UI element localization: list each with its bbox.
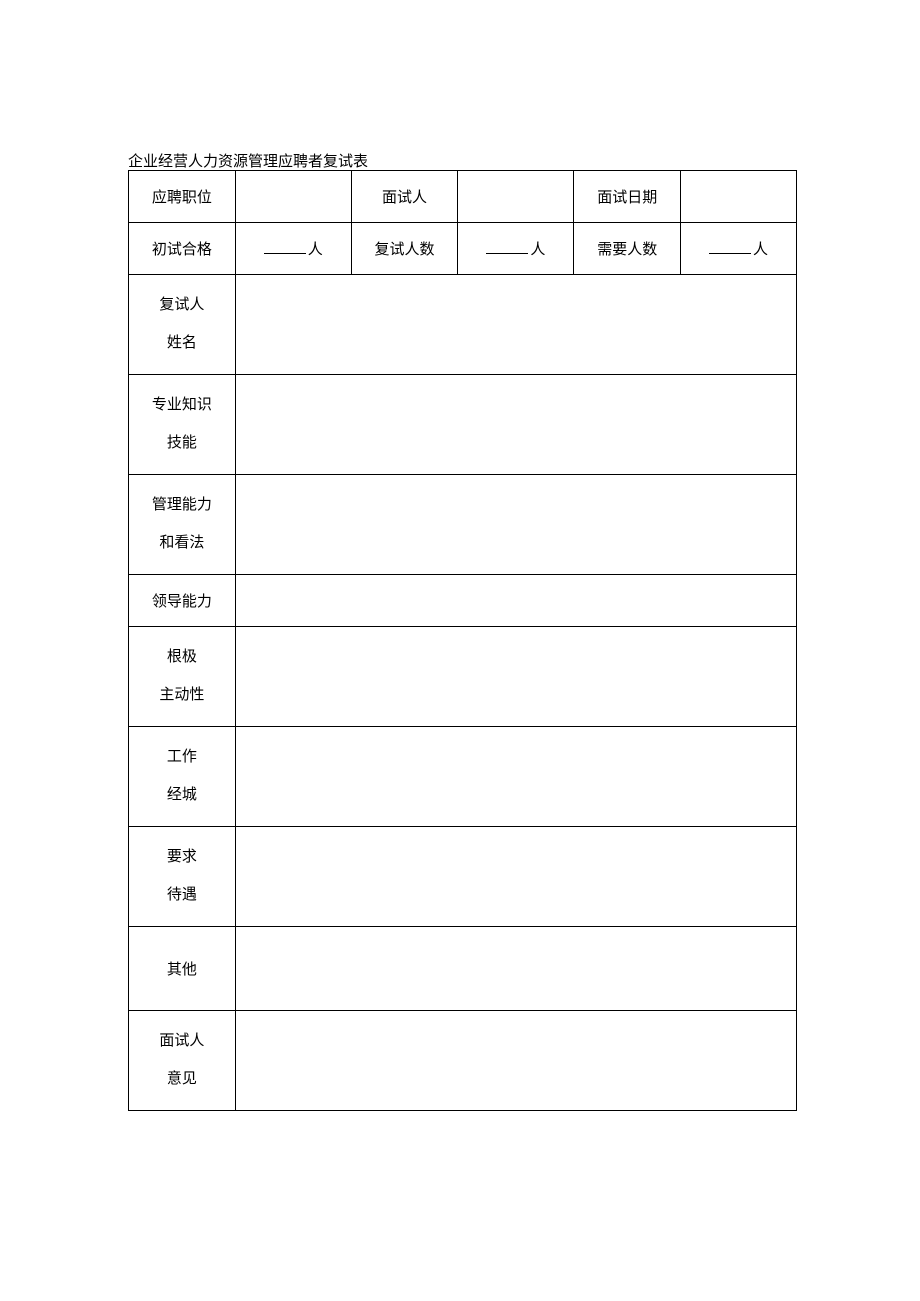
unit-label: 人 [753, 242, 768, 258]
management-ability-label: 管理能力 和看法 [129, 475, 236, 575]
leadership-value[interactable] [235, 575, 796, 627]
first-pass-label: 初试合格 [129, 223, 236, 275]
label-line2: 和看法 [159, 535, 204, 551]
retest-form-table: 应聘职位 面试人 面试日期 初试合格 人 复试人数 人 需要人数 人 复试人 姓… [128, 170, 797, 1111]
candidate-name-label: 复试人 姓名 [129, 275, 236, 375]
unit-label: 人 [530, 242, 545, 258]
retest-count-value[interactable]: 人 [458, 223, 574, 275]
label-line1: 管理能力 [152, 497, 212, 513]
work-experience-row: 工作 经城 [129, 727, 797, 827]
requirements-value[interactable] [235, 827, 796, 927]
position-value[interactable] [235, 171, 351, 223]
other-row: 其他 [129, 927, 797, 1011]
label-line1: 根极 [167, 649, 197, 665]
blank-line [486, 240, 528, 254]
interviewer-opinion-value[interactable] [235, 1011, 796, 1111]
label-line2: 经城 [167, 787, 197, 803]
label-line2: 姓名 [167, 335, 197, 351]
management-ability-value[interactable] [235, 475, 796, 575]
date-value[interactable] [681, 171, 797, 223]
label-line1: 工作 [167, 749, 197, 765]
label-line2: 技能 [167, 435, 197, 451]
position-label: 应聘职位 [129, 171, 236, 223]
work-experience-value[interactable] [235, 727, 796, 827]
leadership-label: 领导能力 [129, 575, 236, 627]
interviewer-label: 面试人 [351, 171, 458, 223]
first-pass-value[interactable]: 人 [235, 223, 351, 275]
needed-count-label: 需要人数 [574, 223, 681, 275]
label-line1: 要求 [167, 849, 197, 865]
label-line1: 专业知识 [152, 397, 212, 413]
work-experience-label: 工作 经城 [129, 727, 236, 827]
other-label: 其他 [129, 927, 236, 1011]
blank-line [709, 240, 751, 254]
professional-skill-value[interactable] [235, 375, 796, 475]
page-title: 企业经营人力资源管理应聘者复试表 [128, 150, 368, 171]
interviewer-value[interactable] [458, 171, 574, 223]
initiative-row: 根极 主动性 [129, 627, 797, 727]
requirements-label: 要求 待遇 [129, 827, 236, 927]
date-label: 面试日期 [574, 171, 681, 223]
label-line2: 主动性 [159, 687, 204, 703]
professional-skill-label: 专业知识 技能 [129, 375, 236, 475]
management-ability-row: 管理能力 和看法 [129, 475, 797, 575]
needed-count-value[interactable]: 人 [681, 223, 797, 275]
label-line2: 待遇 [167, 887, 197, 903]
requirements-row: 要求 待遇 [129, 827, 797, 927]
header-row: 应聘职位 面试人 面试日期 [129, 171, 797, 223]
leadership-row: 领导能力 [129, 575, 797, 627]
interviewer-opinion-row: 面试人 意见 [129, 1011, 797, 1111]
candidate-name-row: 复试人 姓名 [129, 275, 797, 375]
candidate-name-value[interactable] [235, 275, 796, 375]
other-value[interactable] [235, 927, 796, 1011]
retest-count-label: 复试人数 [351, 223, 458, 275]
initiative-value[interactable] [235, 627, 796, 727]
professional-skill-row: 专业知识 技能 [129, 375, 797, 475]
label-line1: 面试人 [159, 1033, 204, 1049]
interviewer-opinion-label: 面试人 意见 [129, 1011, 236, 1111]
initiative-label: 根极 主动性 [129, 627, 236, 727]
label-line1: 复试人 [159, 297, 204, 313]
counts-row: 初试合格 人 复试人数 人 需要人数 人 [129, 223, 797, 275]
label-line2: 意见 [167, 1071, 197, 1087]
blank-line [264, 240, 306, 254]
unit-label: 人 [308, 242, 323, 258]
